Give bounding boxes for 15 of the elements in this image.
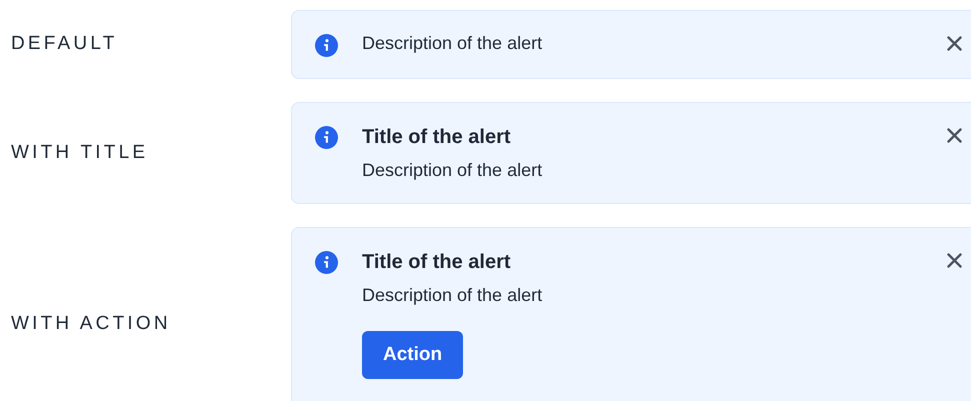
close-icon[interactable] — [947, 36, 962, 51]
close-icon[interactable] — [947, 253, 962, 268]
example-label: DEFAULT — [10, 32, 119, 56]
example-label: WITH TITLE — [10, 140, 150, 165]
info-icon — [315, 251, 338, 274]
info-icon — [315, 34, 338, 57]
example-label: WITH ACTION — [10, 312, 172, 336]
close-icon[interactable] — [947, 128, 962, 143]
alert-title: Title of the alert — [362, 250, 511, 276]
alert-description: Description of the alert — [362, 32, 542, 55]
alert-description: Description of the alert — [362, 159, 542, 182]
action-button[interactable]: Action — [362, 330, 464, 380]
alert-title: Title of the alert — [362, 125, 511, 150]
info-icon — [315, 126, 338, 149]
alert-description: Description of the alert — [362, 284, 542, 308]
